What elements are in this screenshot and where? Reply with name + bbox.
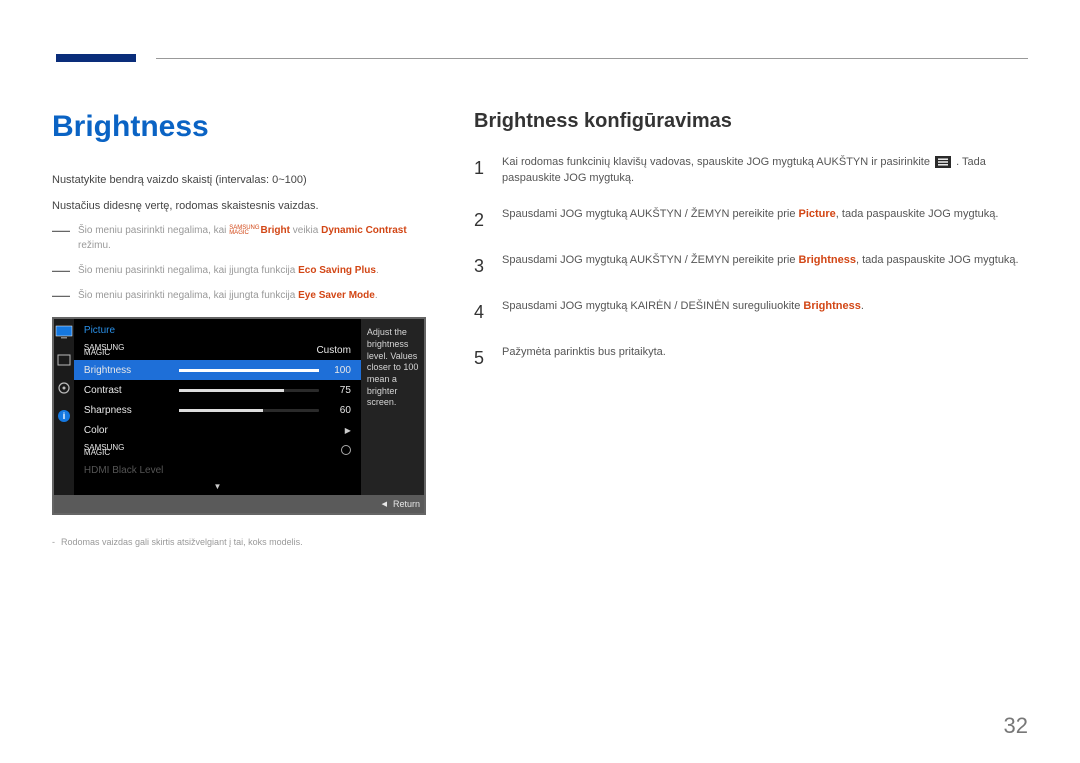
osd-row-magic-bright: SAMSUNGMAGIC Custom bbox=[74, 340, 361, 360]
header-rule bbox=[156, 58, 1028, 59]
header-bar bbox=[52, 32, 1028, 68]
monitor-icon bbox=[55, 325, 73, 339]
osd-sidebar: i bbox=[54, 319, 74, 495]
footnote-text: Rodomas vaizdas gali skirtis atsižvelgia… bbox=[61, 537, 303, 547]
osd-contrast-bar bbox=[179, 389, 319, 392]
osd-contrast-value: 75 bbox=[319, 385, 351, 396]
note1-mid: veikia bbox=[290, 225, 321, 236]
s1-a: Kai rodomas funkcinių klavišų vadovas, s… bbox=[502, 156, 933, 168]
note-dynamic-contrast: ― Šio meniu pasirinkti negalima, kai SAM… bbox=[52, 223, 422, 253]
note2-pre: Šio meniu pasirinkti negalima, kai įjung… bbox=[78, 265, 298, 276]
osd-sharpness-bar bbox=[179, 409, 319, 412]
chevron-left-icon: ◀ bbox=[382, 500, 387, 508]
gear-icon bbox=[55, 381, 73, 395]
s3-em: Brightness bbox=[799, 254, 856, 266]
page-number: 32 bbox=[1004, 713, 1028, 739]
osd-row-color: Color ▶ bbox=[74, 420, 361, 440]
desc-range: Nustatykite bendrą vaizdo skaistį (inter… bbox=[52, 172, 422, 190]
samsung-magic-stack: SAMSUNGMAGIC bbox=[229, 226, 259, 236]
note-eye-saver: ― Šio meniu pasirinkti negalima, kai įju… bbox=[52, 288, 422, 303]
header-accent bbox=[56, 54, 136, 62]
osd-tip: Adjust the brightness level. Values clos… bbox=[361, 319, 424, 495]
osd-screenshot: i Picture SAMSUNGMAGIC Custom Brightness bbox=[52, 317, 426, 515]
osd-brightness-bar bbox=[179, 369, 319, 372]
note2-em: Eco Saving Plus bbox=[298, 265, 376, 276]
s3-b: , tada paspauskite JOG mygtuką. bbox=[856, 254, 1019, 266]
osd-row-magic-2: SAMSUNGMAGIC bbox=[74, 440, 361, 460]
desc-brighter: Nustačius didesnę vertę, rodomas skaiste… bbox=[52, 198, 422, 216]
note3-pre: Šio meniu pasirinkti negalima, kai įjung… bbox=[78, 290, 298, 301]
samsung-magic-mini: SAMSUNGMAGIC bbox=[84, 345, 124, 356]
samsung-magic-mini-2: SAMSUNGMAGIC bbox=[84, 445, 124, 456]
note3-em: Eye Saver Mode bbox=[298, 290, 375, 301]
circle-icon bbox=[341, 445, 351, 455]
s2-a: Spausdami JOG mygtuką AUKŠTYN / ŽEMYN pe… bbox=[502, 208, 799, 220]
osd-brightness-value: 100 bbox=[319, 365, 351, 376]
step-4: 4 Spausdami JOG mygtuką KAIRĖN / DEŠINĖN… bbox=[474, 299, 1028, 325]
osd-row-hdmi-black: HDMI Black Level bbox=[74, 460, 361, 480]
step-5: 5 Pažymėta parinktis bus pritaikyta. bbox=[474, 345, 1028, 371]
svg-text:i: i bbox=[63, 411, 66, 421]
s2-b: , tada paspauskite JOG mygtuką. bbox=[836, 208, 999, 220]
info-icon: i bbox=[55, 409, 73, 423]
s4-a: Spausdami JOG mygtuką KAIRĖN / DEŠINĖN s… bbox=[502, 300, 803, 312]
s5: Pažymėta parinktis bus pritaikyta. bbox=[502, 345, 666, 371]
note1-bright: Bright bbox=[261, 225, 290, 236]
note-eco-saving: ― Šio meniu pasirinkti negalima, kai įju… bbox=[52, 263, 422, 278]
osd-row-sharpness: Sharpness 60 bbox=[74, 400, 361, 420]
s2-em: Picture bbox=[799, 208, 836, 220]
step-1: 1 Kai rodomas funkcinių klavišų vadovas,… bbox=[474, 155, 1028, 187]
step-2: 2 Spausdami JOG mygtuką AUKŠTYN / ŽEMYN … bbox=[474, 207, 1028, 233]
osd-hdmi-label: HDMI Black Level bbox=[84, 465, 163, 476]
chevron-down-icon: ▼ bbox=[74, 480, 361, 495]
note1-post: režimu. bbox=[78, 240, 111, 251]
note1-pre: Šio meniu pasirinkti negalima, kai bbox=[78, 225, 229, 236]
osd-return: Return bbox=[393, 499, 420, 509]
note1-dc: Dynamic Contrast bbox=[321, 225, 407, 236]
section-title-brightness: Brightness bbox=[52, 110, 422, 144]
square-icon bbox=[55, 353, 73, 367]
osd-sharpness-label: Sharpness bbox=[84, 405, 179, 416]
section-title-config: Brightness konfigūravimas bbox=[474, 110, 1028, 133]
osd-footer: ◀ Return bbox=[54, 495, 424, 513]
osd-row-brightness: Brightness 100 bbox=[74, 360, 361, 380]
footnote: -Rodomas vaizdas gali skirtis atsižvelgi… bbox=[52, 537, 422, 547]
osd-sharpness-value: 60 bbox=[319, 405, 351, 416]
osd-title: Picture bbox=[74, 319, 361, 340]
osd-color-label: Color bbox=[84, 425, 179, 436]
osd-row-contrast: Contrast 75 bbox=[74, 380, 361, 400]
s3-a: Spausdami JOG mygtuką AUKŠTYN / ŽEMYN pe… bbox=[502, 254, 799, 266]
osd-contrast-label: Contrast bbox=[84, 385, 179, 396]
step-3: 3 Spausdami JOG mygtuką AUKŠTYN / ŽEMYN … bbox=[474, 253, 1028, 279]
s4-em: Brightness bbox=[803, 300, 860, 312]
osd-brightness-label: Brightness bbox=[84, 365, 179, 376]
menu-icon bbox=[935, 156, 951, 168]
osd-magic-value: Custom bbox=[316, 345, 350, 356]
chevron-right-icon: ▶ bbox=[345, 426, 351, 435]
